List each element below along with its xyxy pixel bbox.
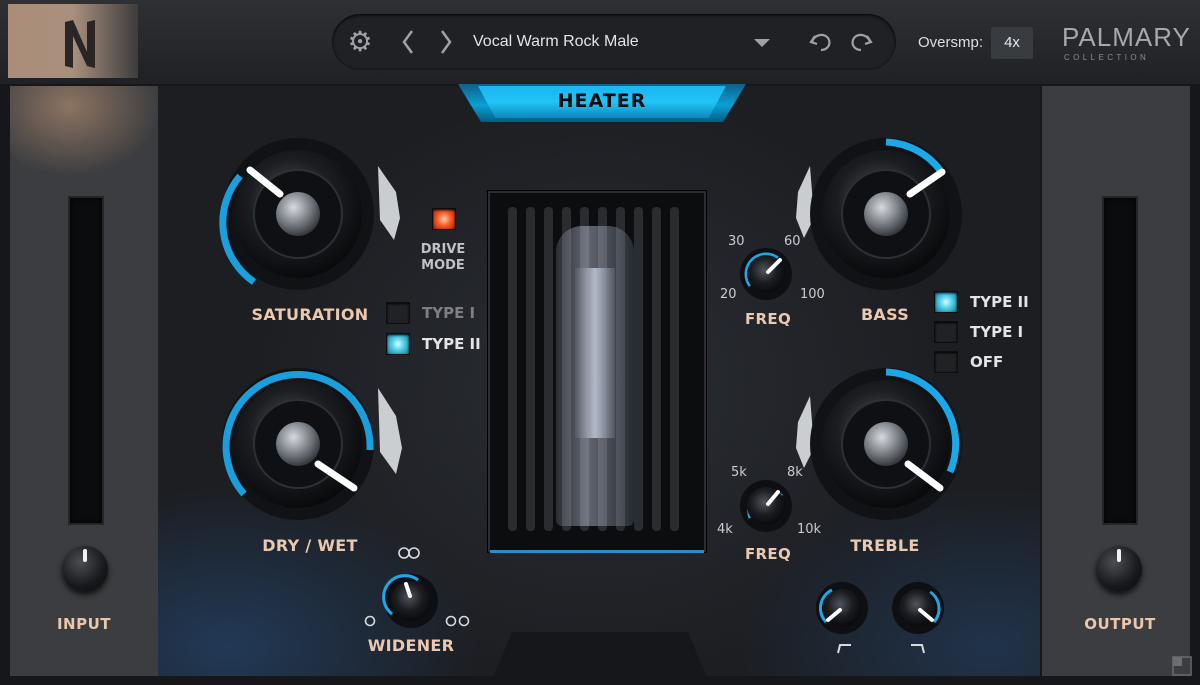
drive-type2-checkbox[interactable] xyxy=(386,333,410,355)
bass-off-checkbox[interactable] xyxy=(934,351,958,373)
drive-mode-label-line2: MODE xyxy=(421,258,465,273)
drive-type1-checkbox[interactable] xyxy=(386,302,410,324)
bass-type1-checkbox[interactable] xyxy=(934,321,958,343)
drive-type2-label: TYPE II xyxy=(422,335,481,353)
treble-freq-scale-4k: 4k xyxy=(717,522,733,537)
oversampling-selector[interactable]: 4x xyxy=(991,27,1033,59)
treble-freq-knob[interactable] xyxy=(738,478,794,534)
widener-mono-icon xyxy=(364,615,376,627)
module-title: HEATER xyxy=(557,90,647,112)
bass-freq-scale-20: 20 xyxy=(720,287,737,302)
bottom-notch xyxy=(490,632,710,685)
brand-name: PALMARY xyxy=(1062,22,1191,52)
high-cut-icon xyxy=(911,644,925,654)
bass-freq-scale-100: 100 xyxy=(800,287,825,302)
high-cut-knob[interactable] xyxy=(890,580,946,636)
logo-n-icon xyxy=(65,20,95,68)
dropdown-arrow-icon[interactable] xyxy=(750,14,774,70)
treble-knob[interactable] xyxy=(790,360,980,530)
dry-wet-label: DRY / WET xyxy=(262,536,358,555)
bass-label: BASS xyxy=(860,305,910,324)
prev-arrow-icon[interactable] xyxy=(394,14,422,89)
vacuum-tube-core xyxy=(575,268,615,438)
logo xyxy=(8,4,138,78)
low-cut-knob[interactable] xyxy=(814,580,870,636)
saturation-label: SATURATION xyxy=(251,305,369,324)
drive-type1-label: TYPE I xyxy=(422,304,476,322)
dry-wet-knob[interactable] xyxy=(210,360,410,530)
preset-bar: ⚙ Vocal Warm Rock Male xyxy=(332,14,896,70)
undo-icon[interactable] xyxy=(806,14,836,70)
output-meter xyxy=(1102,196,1138,525)
oversampling-label: Oversmp: xyxy=(918,34,984,51)
drive-mode-led[interactable] xyxy=(432,208,456,230)
bass-type1-label: TYPE I xyxy=(970,323,1024,341)
bass-type2-label: TYPE II xyxy=(970,293,1029,311)
saturation-knob[interactable] xyxy=(210,130,410,300)
bass-freq-knob[interactable] xyxy=(738,246,794,302)
treble-freq-scale-10k: 10k xyxy=(797,522,822,537)
output-knob[interactable] xyxy=(1096,546,1142,592)
bass-off-label: OFF xyxy=(970,353,1004,371)
drive-mode-label-line1: DRIVE xyxy=(420,242,466,257)
treble-label: TREBLE xyxy=(850,536,920,555)
bass-knob[interactable] xyxy=(790,130,980,300)
preset-name[interactable]: Vocal Warm Rock Male xyxy=(473,14,639,70)
widener-label: WIDENER xyxy=(367,636,455,655)
resize-handle-icon[interactable] xyxy=(1172,656,1192,676)
input-knob[interactable] xyxy=(62,546,108,592)
bass-type2-checkbox[interactable] xyxy=(934,291,958,313)
widener-knob[interactable] xyxy=(382,572,440,630)
brand-subtitle: COLLECTION xyxy=(1064,53,1150,62)
widener-stereo-icon xyxy=(445,615,470,627)
low-cut-icon xyxy=(837,644,851,654)
treble-freq-label: FREQ xyxy=(745,545,791,563)
redo-icon[interactable] xyxy=(846,14,876,70)
input-meter xyxy=(68,196,104,525)
output-label: OUTPUT xyxy=(1084,615,1156,633)
next-arrow-icon[interactable] xyxy=(432,14,460,89)
bass-freq-label: FREQ xyxy=(745,310,791,328)
gear-icon[interactable]: ⚙ xyxy=(342,14,378,70)
input-label: INPUT xyxy=(56,615,112,633)
widener-wide-icon xyxy=(398,547,420,559)
